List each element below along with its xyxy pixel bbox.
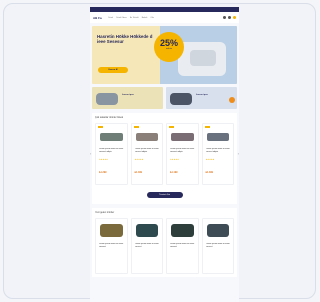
rating-stars: ★★★★★ bbox=[99, 159, 108, 161]
rating-stars: ★★★★★ bbox=[205, 159, 215, 161]
promo-image bbox=[96, 93, 118, 105]
product-card[interactable]: Lorem ipsum dolor sit amet consect bbox=[130, 218, 163, 274]
product-name: Lorem ipsum dolor sit amet consect adipi… bbox=[99, 148, 124, 153]
product-image bbox=[171, 133, 194, 141]
product-card[interactable]: Lorem ipsum dolor sit amet consect adipi… bbox=[95, 123, 128, 185]
hero-cta-button[interactable]: Hemen Al bbox=[98, 67, 128, 73]
product-card[interactable]: Lorem ipsum dolor sit amet consect bbox=[95, 218, 128, 274]
new-arrivals-section: Yeni gelen ürünler Lorem ipsum dolor sit… bbox=[92, 208, 237, 277]
product-image bbox=[206, 224, 229, 237]
chevron-right-icon[interactable]: › bbox=[238, 151, 239, 156]
product-tag bbox=[133, 126, 139, 128]
promo-image bbox=[170, 93, 192, 105]
cart-icon[interactable] bbox=[233, 16, 236, 19]
product-image bbox=[135, 224, 158, 237]
promo-badge-icon bbox=[229, 97, 235, 103]
product-image bbox=[100, 133, 123, 141]
user-icon[interactable] bbox=[228, 16, 231, 19]
section-title: Çok satanlar ürünler listesi bbox=[95, 116, 124, 119]
product-name: Lorem ipsum dolor sit amet consect adipi… bbox=[134, 148, 159, 153]
nav-icons bbox=[223, 16, 236, 19]
hero-pillow-image bbox=[190, 50, 216, 66]
nav-item[interactable]: Bebek bbox=[142, 17, 148, 19]
product-tag bbox=[204, 126, 210, 128]
product-tag bbox=[169, 126, 174, 128]
product-card[interactable]: Lorem ipsum dolor sit amet consect adipi… bbox=[166, 123, 199, 185]
promo-text: Lorem ipsu bbox=[196, 94, 208, 96]
nav-item[interactable]: Ev Tekstili bbox=[130, 17, 139, 19]
product-name: Lorem ipsum dolor sit amet consect adipi… bbox=[205, 148, 230, 153]
bestsellers-section: Çok satanlar ürünler listesi ‹ Lorem ips… bbox=[90, 113, 239, 204]
hero-banner[interactable]: Hasretin Hökke Hökkede d ieee Sesesur 25… bbox=[92, 26, 237, 84]
product-name: Lorem ipsum dolor sit amet consect bbox=[134, 243, 159, 248]
product-image bbox=[100, 224, 123, 237]
store-page: AB Fa Yatak Yatak Odası Ev Tekstili Bebe… bbox=[90, 7, 239, 302]
search-icon[interactable] bbox=[223, 16, 226, 19]
product-price: ₺1.199 bbox=[170, 171, 178, 174]
promo-card[interactable]: Lorem ipsu bbox=[166, 87, 237, 109]
product-grid: ‹ Lorem ipsum dolor sit amet consect adi… bbox=[90, 123, 239, 185]
product-name: Lorem ipsum dolor sit amet consect adipi… bbox=[170, 148, 195, 153]
rating-stars: ★★★★★ bbox=[134, 159, 144, 161]
nav-item[interactable]: Yatak bbox=[108, 17, 113, 19]
product-price: ₺1.299 bbox=[99, 171, 107, 174]
product-grid: Lorem ipsum dolor sit amet consect Lorem… bbox=[95, 218, 234, 274]
product-name: Lorem ipsum dolor sit amet consect bbox=[99, 243, 124, 248]
product-image bbox=[135, 133, 158, 141]
promo-card[interactable]: Lorem ipsu bbox=[92, 87, 163, 109]
section-title: Yeni gelen ürünler bbox=[95, 211, 115, 214]
product-image bbox=[171, 224, 194, 237]
promo-row: Lorem ipsu Lorem ipsu bbox=[92, 87, 237, 109]
product-card[interactable]: Lorem ipsum dolor sit amet consect bbox=[201, 218, 234, 274]
nav-item[interactable]: Yatak Odası bbox=[116, 17, 127, 19]
product-price: ₺1.499 bbox=[134, 171, 143, 174]
hero-title: Hasretin Hökke Hökkede d ieee Sesesur bbox=[97, 34, 153, 44]
product-card[interactable]: Lorem ipsum dolor sit amet consect bbox=[166, 218, 199, 274]
product-name: Lorem ipsum dolor sit amet consect bbox=[170, 243, 195, 248]
view-all-button[interactable]: Tümünü Gör bbox=[146, 192, 183, 198]
discount-label: indirim bbox=[166, 48, 172, 50]
discount-percent: 25% bbox=[159, 38, 178, 48]
product-tag bbox=[98, 126, 103, 128]
logo[interactable]: AB Fa bbox=[93, 16, 105, 20]
product-card[interactable]: Lorem ipsum dolor sit amet consect adipi… bbox=[130, 123, 163, 185]
rating-stars: ★★★★★ bbox=[170, 159, 179, 161]
nav-item[interactable]: Ofis bbox=[150, 17, 154, 19]
product-card[interactable]: Lorem ipsum dolor sit amet consect adipi… bbox=[201, 123, 234, 185]
main-nav: AB Fa Yatak Yatak Odası Ev Tekstili Bebe… bbox=[90, 12, 239, 23]
product-image bbox=[206, 133, 229, 141]
chevron-left-icon[interactable]: ‹ bbox=[90, 151, 91, 156]
discount-badge: 25% indirim bbox=[154, 32, 184, 62]
promo-text: Lorem ipsu bbox=[122, 94, 134, 96]
product-name: Lorem ipsum dolor sit amet consect bbox=[205, 243, 230, 248]
product-price: ₺1.399 bbox=[205, 171, 214, 174]
